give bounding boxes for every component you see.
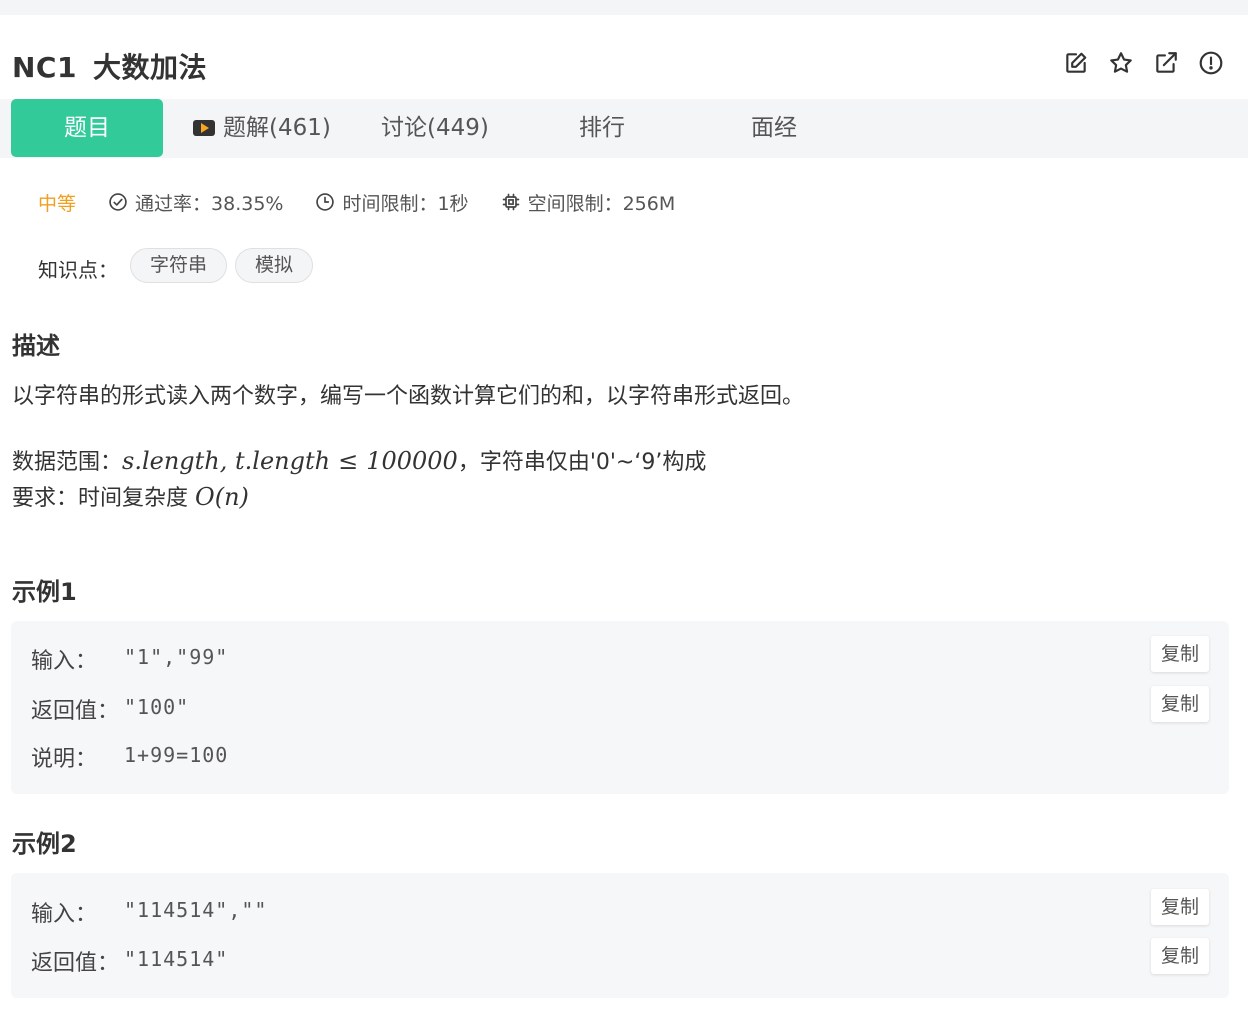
external-link-icon[interactable]	[1153, 50, 1179, 76]
copy-input-button[interactable]: 复制	[1151, 889, 1209, 925]
copy-output-button[interactable]: 复制	[1151, 686, 1209, 722]
example-1-input-label: 输入：	[31, 649, 98, 674]
example-1-output-label: 返回值：	[31, 699, 120, 724]
chip-icon	[502, 193, 519, 211]
title-row: NC1 大数加法	[12, 44, 1236, 84]
example-2-input-label: 输入：	[31, 902, 98, 927]
complexity-requirement: 要求：时间复杂度 O(n)	[12, 480, 249, 512]
edit-icon[interactable]	[1063, 50, 1089, 76]
example-1-explain-label: 说明：	[31, 747, 98, 772]
star-icon[interactable]	[1108, 50, 1134, 76]
problem-code: NC1	[12, 51, 77, 84]
space-limit: 空间限制：256M	[501, 189, 676, 216]
copy-input-button[interactable]: 复制	[1151, 636, 1209, 672]
knowledge-label: 知识点：	[38, 257, 118, 282]
problem-meta: 中等 通过率：38.35% 时间限制：1秒 空间限制：256M	[38, 188, 707, 216]
report-icon[interactable]	[1198, 50, 1224, 76]
data-range-math-le: ≤	[338, 447, 359, 475]
tab-interview-label: 面经	[751, 115, 797, 141]
example-2-heading: 示例2	[12, 830, 77, 858]
example-1-input-row: 输入： "1","99" 复制	[31, 636, 1209, 674]
pass-rate: 通过率：38.35%	[108, 189, 283, 216]
tab-interview[interactable]: 面经	[751, 99, 797, 157]
example-2-output-row: 返回值： "114514" 复制	[31, 938, 1209, 976]
tab-problem-label: 题目	[64, 115, 110, 141]
pass-rate-text: 通过率：38.35%	[135, 192, 284, 215]
problem-title: 大数加法	[92, 51, 207, 84]
space-limit-text: 空间限制：256M	[527, 192, 676, 215]
tab-solutions-label: 题解(461)	[223, 115, 331, 141]
video-icon	[193, 120, 215, 136]
tab-bar: 题目 题解(461) 讨论(449) 排行 面经	[0, 99, 1248, 158]
knowledge-tags: 知识点： 字符串 模拟	[38, 247, 321, 283]
tag-simulation[interactable]: 模拟	[235, 247, 314, 283]
difficulty-badge: 中等	[38, 192, 77, 215]
data-range: 数据范围：s.length, t.length ≤100000，字符串仅由'0'~…	[12, 444, 706, 476]
top-strip	[0, 0, 1248, 15]
data-range-suffix: ，字符串仅由'0'~‘9’构成	[457, 450, 707, 475]
example-2-output-value: "114514"	[124, 947, 229, 971]
check-circle-icon	[109, 193, 127, 211]
example-1-explain-value: 1+99=100	[124, 743, 229, 767]
example-1-heading: 示例1	[12, 578, 77, 606]
complexity-math-paren-open: (	[214, 483, 225, 511]
example-2-input-row: 输入： "114514","" 复制	[31, 889, 1209, 927]
example-1-box: 输入： "1","99" 复制 返回值： "100" 复制 说明： 1+99=1…	[11, 621, 1229, 794]
example-2-box: 输入： "114514","" 复制 返回值： "114514" 复制	[11, 873, 1229, 998]
time-limit: 时间限制：1秒	[315, 189, 469, 216]
tab-discussion-label: 讨论(449)	[381, 115, 489, 141]
action-bar	[1063, 50, 1224, 76]
time-limit-text: 时间限制：1秒	[342, 192, 469, 215]
description-heading: 描述	[12, 332, 60, 360]
data-range-label: 数据范围：	[12, 450, 123, 475]
page-title: NC1 大数加法	[12, 46, 207, 86]
example-2-output-label: 返回值：	[31, 951, 120, 976]
tab-ranking[interactable]: 排行	[579, 99, 625, 157]
example-1-output-row: 返回值： "100" 复制	[31, 686, 1209, 724]
data-range-math-vars: s.length, t.length	[122, 447, 331, 475]
data-range-math-limit: 100000	[366, 447, 458, 475]
tab-solutions[interactable]: 题解(461)	[193, 99, 331, 157]
tab-problem[interactable]: 题目	[11, 99, 163, 157]
complexity-math-n: n	[224, 483, 240, 511]
tag-string[interactable]: 字符串	[130, 247, 228, 283]
complexity-label: 要求：时间复杂度	[12, 486, 195, 511]
description-text: 以字符串的形式读入两个数字，编写一个函数计算它们的和，以字符串形式返回。	[12, 384, 805, 409]
copy-output-button[interactable]: 复制	[1151, 938, 1209, 974]
tab-discussion[interactable]: 讨论(449)	[381, 99, 489, 157]
example-1-input-value: "1","99"	[124, 645, 229, 669]
complexity-math-o: O	[195, 483, 215, 511]
tab-ranking-label: 排行	[579, 115, 625, 141]
example-1-output-value: "100"	[124, 695, 190, 719]
example-2-input-value: "114514",""	[124, 898, 268, 922]
example-1-explain-row: 说明： 1+99=100	[31, 741, 1209, 772]
complexity-math-paren-close: )	[239, 483, 249, 511]
clock-icon	[316, 193, 335, 211]
